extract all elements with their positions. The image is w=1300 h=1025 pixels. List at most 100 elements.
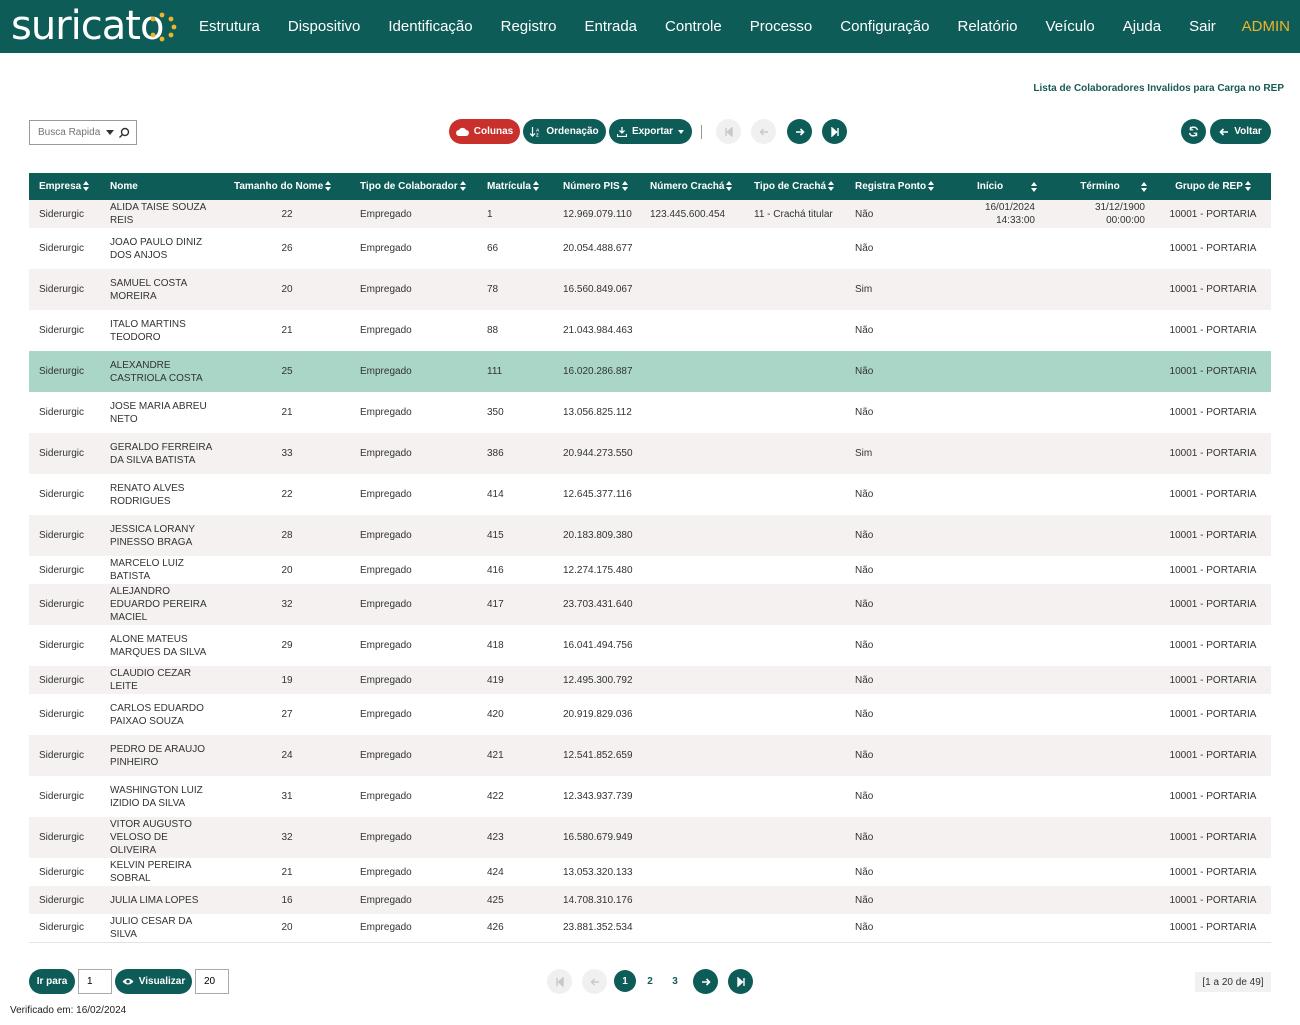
next-page-button[interactable]	[693, 969, 718, 994]
column-header[interactable]: Início	[935, 173, 1045, 200]
menu-entrada[interactable]: Entrada	[570, 0, 651, 53]
last-page-top-button[interactable]	[822, 119, 847, 144]
previous-page-button[interactable]	[582, 969, 607, 994]
chevron-down-icon	[678, 129, 685, 134]
cell-matricula: 414	[477, 474, 553, 515]
first-page-top-button[interactable]	[716, 119, 741, 144]
cell-nome: ALIDA TAISE SOUZA REIS	[100, 200, 224, 228]
column-header-label: Nome	[110, 181, 138, 192]
cell-pis: 16.020.286.887	[553, 351, 640, 392]
menu-veiculo[interactable]: Veículo	[1032, 0, 1109, 53]
table-row[interactable]: Siderurgic JULIA LIMA LOPES 16 Empregado 425…	[29, 886, 1271, 914]
table-row[interactable]: Siderurgic PEDRO DE ARAUJO PINHEIRO 24 Empr…	[29, 735, 1271, 776]
goto-page-button[interactable]: Ir para	[29, 969, 75, 994]
menu-configuracao[interactable]: Configuração	[826, 0, 943, 53]
column-header[interactable]: Registra Ponto	[845, 173, 935, 200]
back-button[interactable]: Voltar	[1210, 119, 1271, 144]
refresh-button[interactable]	[1181, 119, 1206, 144]
cell-empresa: Siderurgic	[29, 269, 100, 310]
previous-page-top-button[interactable]	[751, 119, 776, 144]
table-row[interactable]: Siderurgic ALIDA TAISE SOUZA REIS 22 Empreg…	[29, 200, 1271, 228]
table-row[interactable]: Siderurgic RENATO ALVES RODRIGUES 22 Empreg…	[29, 474, 1271, 515]
table-row[interactable]: Siderurgic ALONE MATEUS MARQUES DA SILVA 2…	[29, 625, 1271, 666]
table-row[interactable]: Siderurgic ITALO MARTINS TEODORO 21 Emprega…	[29, 310, 1271, 351]
chevron-down-icon[interactable]	[106, 130, 114, 135]
table-row[interactable]: Siderurgic SAMUEL COSTA MOREIRA 20 Empregad…	[29, 269, 1271, 310]
next-page-top-button[interactable]	[787, 119, 812, 144]
cell-grupo: 10001 - PORTARIA	[1155, 515, 1271, 556]
page-number-1[interactable]: 1	[614, 970, 636, 992]
table-row[interactable]: Siderurgic JOAO PAULO DINIZ DOS ANJOS 26 Em…	[29, 228, 1271, 269]
page-number-3[interactable]: 3	[664, 970, 686, 992]
menu-dispositivo[interactable]: Dispositivo	[274, 0, 375, 53]
cell-tipo: Empregado	[350, 351, 477, 392]
cell-termino	[1045, 515, 1155, 556]
cell-termino	[1045, 817, 1155, 858]
table-row[interactable]: Siderurgic JOSE MARIA ABREU NETO 21 Emprega…	[29, 392, 1271, 433]
cell-cracha	[640, 914, 744, 943]
table-row[interactable]: Siderurgic CLAUDIO CEZAR LEITE 19 Empregado…	[29, 666, 1271, 694]
column-header[interactable]: Número PIS	[553, 173, 640, 200]
table-row[interactable]: Siderurgic VITOR AUGUSTO VELOSO DE OLIVEI…	[29, 817, 1271, 858]
cell-tipo-cracha	[744, 694, 845, 735]
cell-empresa: Siderurgic	[29, 515, 100, 556]
export-button[interactable]: Exportar	[609, 119, 692, 144]
table-row[interactable]: Siderurgic GERALDO FERREIRA DA SILVA BATI…	[29, 433, 1271, 474]
columns-button[interactable]: Colunas	[449, 119, 520, 144]
suricato-logo[interactable]: suricato	[11, 4, 177, 48]
column-header[interactable]: Número Crachá	[640, 173, 744, 200]
table-row[interactable]: Siderurgic ALEXANDRE CASTRIOLA COSTA 25 Emp…	[29, 351, 1271, 392]
table-row[interactable]: Siderurgic CARLOS EDUARDO PAIXAO SOUZA 27 E…	[29, 694, 1271, 735]
column-header[interactable]: Grupo de REP	[1155, 173, 1271, 200]
order-button[interactable]: AZ Ordenação	[523, 119, 606, 144]
view-button[interactable]: Visualizar	[115, 969, 192, 994]
menu-processo[interactable]: Processo	[736, 0, 827, 53]
arrow-right-icon	[701, 977, 711, 986]
cell-registra: Sim	[845, 269, 935, 310]
cell-empresa: Siderurgic	[29, 474, 100, 515]
page-size-input[interactable]	[195, 969, 229, 994]
last-page-button[interactable]	[728, 969, 753, 994]
cell-pis: 16.041.494.756	[553, 625, 640, 666]
page-number-2[interactable]: 2	[639, 970, 661, 992]
menu-ajuda[interactable]: Ajuda	[1109, 0, 1175, 53]
menu-estrutura[interactable]: Estrutura	[185, 0, 274, 53]
menu-relatorio[interactable]: Relatório	[944, 0, 1032, 53]
quick-search-input[interactable]	[38, 127, 102, 138]
column-header[interactable]: Tipo de Colaborador	[350, 173, 477, 200]
table-row[interactable]: Siderurgic KELVIN PEREIRA SOBRAL 21 Emprega…	[29, 858, 1271, 886]
collaborators-table: Empresa Nome Tamanho do Nome Tipo de Col…	[29, 173, 1271, 943]
column-header[interactable]: Matrícula	[477, 173, 553, 200]
cell-grupo: 10001 - PORTARIA	[1155, 200, 1271, 228]
cell-grupo: 10001 - PORTARIA	[1155, 584, 1271, 625]
user-menu-admin[interactable]: ADMIN	[1242, 0, 1290, 53]
sort-icon	[1141, 182, 1147, 192]
goto-page-input[interactable]	[78, 969, 112, 994]
menu-registro[interactable]: Registro	[487, 0, 571, 53]
cell-matricula: 78	[477, 269, 553, 310]
search-icon[interactable]	[118, 127, 130, 139]
table-row[interactable]: Siderurgic ALEJANDRO EDUARDO PEREIRA MACI…	[29, 584, 1271, 625]
menu-sair[interactable]: Sair	[1175, 0, 1230, 53]
cell-matricula: 88	[477, 310, 553, 351]
cell-registra: Não	[845, 200, 935, 228]
cell-cracha	[640, 776, 744, 817]
menu-identificacao[interactable]: Identificação	[374, 0, 486, 53]
sort-icon	[1031, 182, 1037, 192]
table-row[interactable]: Siderurgic WASHINGTON LUIZ IZIDIO DA SILV…	[29, 776, 1271, 817]
column-header[interactable]: Empresa	[29, 173, 100, 200]
table-row[interactable]: Siderurgic JESSICA LORANY PINESSO BRAGA 28…	[29, 515, 1271, 556]
first-page-button[interactable]	[547, 969, 572, 994]
table-row[interactable]: Siderurgic JULIO CESAR DA SILVA 20 Empregad…	[29, 914, 1271, 943]
table-row[interactable]: Siderurgic MARCELO LUIZ BATISTA 20 Empregad…	[29, 556, 1271, 584]
first-page-icon	[724, 126, 733, 137]
cell-empresa: Siderurgic	[29, 666, 100, 694]
menu-controle[interactable]: Controle	[651, 0, 736, 53]
logo-dots-icon	[150, 12, 177, 42]
column-header[interactable]: Nome	[100, 173, 224, 200]
column-header[interactable]: Tamanho do Nome	[224, 173, 350, 200]
column-header[interactable]: Tipo de Crachá	[744, 173, 845, 200]
column-header[interactable]: Término	[1045, 173, 1155, 200]
cell-nome: RENATO ALVES RODRIGUES	[100, 474, 224, 515]
cell-empresa: Siderurgic	[29, 392, 100, 433]
